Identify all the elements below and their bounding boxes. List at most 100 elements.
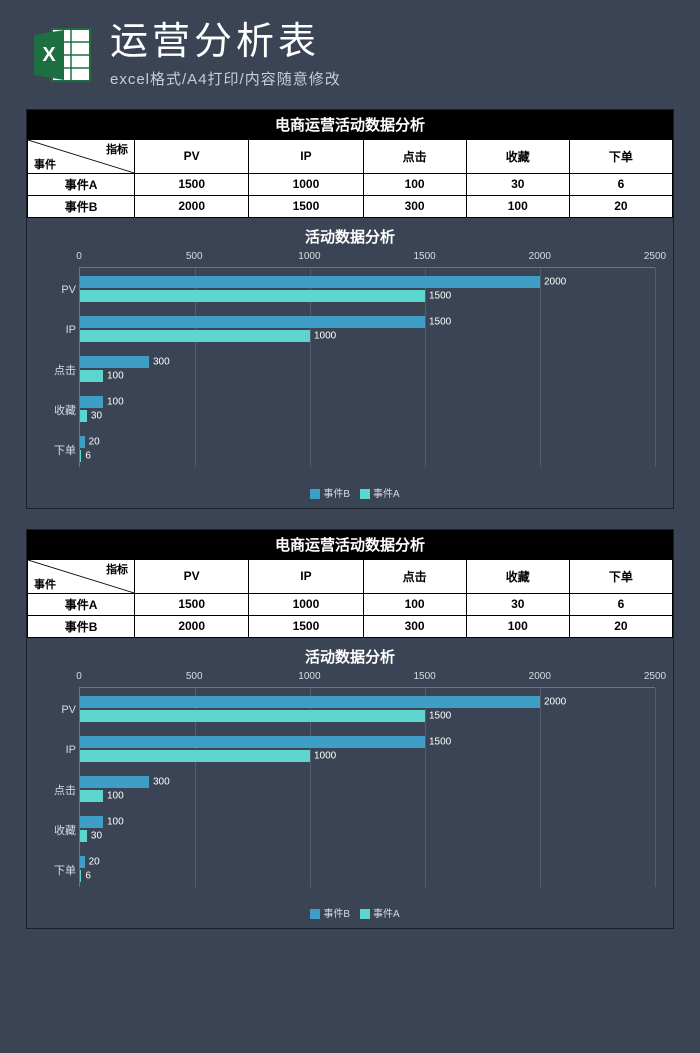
category-group: 收藏10030: [80, 392, 655, 428]
column-header: PV: [135, 559, 249, 593]
bar-value: 20: [89, 856, 100, 867]
category-label: 点击: [32, 782, 76, 798]
row-label: 事件A: [28, 173, 135, 195]
bar-value: 1000: [314, 750, 336, 761]
cell-value: 1000: [249, 593, 363, 615]
legend-label-a: 事件A: [373, 489, 400, 500]
cell-value: 300: [363, 615, 466, 637]
data-table: 指标事件PVIP点击收藏下单事件A15001000100306事件B200015…: [27, 139, 673, 218]
bar-series-b: 1500: [80, 736, 425, 748]
chart-area: 活动数据分析05001000150020002500PV20001500IP15…: [27, 218, 673, 508]
cell-value: 20: [569, 615, 672, 637]
bar-value: 20: [89, 436, 100, 447]
cell-value: 20: [569, 195, 672, 217]
column-header: 收藏: [466, 559, 569, 593]
cell-value: 30: [466, 593, 569, 615]
plot-area: PV20001500IP15001000点击300100收藏10030下单206: [79, 687, 655, 887]
x-tick: 0: [76, 251, 82, 262]
column-header: IP: [249, 559, 363, 593]
x-tick: 2000: [529, 251, 551, 262]
cell-value: 1500: [135, 173, 249, 195]
legend-label-a: 事件A: [373, 909, 400, 920]
bar-series-b: 20: [80, 856, 85, 868]
bar-value: 100: [107, 816, 124, 827]
category-label: IP: [32, 744, 76, 756]
x-tick: 500: [186, 671, 203, 682]
gridline: [655, 268, 656, 467]
cell-value: 6: [569, 173, 672, 195]
table-corner: 指标事件: [28, 559, 135, 593]
cell-value: 100: [363, 593, 466, 615]
bar-series-a: 1500: [80, 290, 425, 302]
category-group: 点击300100: [80, 772, 655, 808]
column-header: 点击: [363, 139, 466, 173]
sheet-title: 电商运营活动数据分析: [27, 110, 673, 139]
report-panel: 电商运营活动数据分析指标事件PVIP点击收藏下单事件A1500100010030…: [26, 529, 674, 929]
legend-swatch-b: [310, 489, 320, 499]
bar-series-a: 30: [80, 410, 87, 422]
bar-value: 300: [153, 356, 170, 367]
category-label: 下单: [32, 442, 76, 458]
category-group: 下单206: [80, 432, 655, 468]
bar-series-a: 1500: [80, 710, 425, 722]
cell-value: 1500: [249, 615, 363, 637]
sheet-title: 电商运营活动数据分析: [27, 530, 673, 559]
row-label: 事件A: [28, 593, 135, 615]
bar-value: 1000: [314, 330, 336, 341]
report-panel: 电商运营活动数据分析指标事件PVIP点击收藏下单事件A1500100010030…: [26, 109, 674, 509]
x-tick: 500: [186, 251, 203, 262]
category-group: PV20001500: [80, 692, 655, 728]
page-subtitle: excel格式/A4打印/内容随意修改: [110, 68, 341, 89]
page-title: 运营分析表: [110, 22, 341, 64]
bar-value: 1500: [429, 736, 451, 747]
table-row: 事件B2000150030010020: [28, 195, 673, 217]
column-header: 下单: [569, 139, 672, 173]
bar-value: 2000: [544, 696, 566, 707]
corner-left-label: 事件: [34, 576, 56, 592]
cell-value: 1000: [249, 173, 363, 195]
cell-value: 100: [466, 195, 569, 217]
cell-value: 100: [363, 173, 466, 195]
bar-value: 100: [107, 790, 124, 801]
bar-series-b: 100: [80, 396, 103, 408]
cell-value: 2000: [135, 615, 249, 637]
x-tick: 1500: [413, 251, 435, 262]
x-tick: 1500: [413, 671, 435, 682]
gridline: [655, 688, 656, 887]
column-header: 点击: [363, 559, 466, 593]
bar-value: 30: [91, 830, 102, 841]
legend-swatch-a: [360, 489, 370, 499]
bar-series-a: 6: [80, 870, 81, 882]
chart-plot: 05001000150020002500PV20001500IP15001000…: [79, 251, 655, 481]
cell-value: 300: [363, 195, 466, 217]
category-label: 点击: [32, 362, 76, 378]
bar-series-a: 100: [80, 790, 103, 802]
x-tick: 1000: [298, 671, 320, 682]
column-header: 下单: [569, 559, 672, 593]
plot-area: PV20001500IP15001000点击300100收藏10030下单206: [79, 267, 655, 467]
cell-value: 2000: [135, 195, 249, 217]
bar-series-b: 2000: [80, 276, 540, 288]
column-header: 收藏: [466, 139, 569, 173]
cell-value: 100: [466, 615, 569, 637]
category-label: 收藏: [32, 822, 76, 838]
bar-series-b: 2000: [80, 696, 540, 708]
bar-series-a: 1000: [80, 330, 310, 342]
x-axis: 05001000150020002500: [79, 671, 655, 687]
category-group: IP15001000: [80, 732, 655, 768]
category-label: IP: [32, 324, 76, 336]
corner-top-label: 指标: [106, 561, 128, 577]
cell-value: 1500: [135, 593, 249, 615]
bar-series-a: 6: [80, 450, 81, 462]
table-row: 事件A15001000100306: [28, 173, 673, 195]
table-row: 事件A15001000100306: [28, 593, 673, 615]
bar-value: 2000: [544, 276, 566, 287]
chart-title: 活动数据分析: [27, 646, 673, 667]
column-header: PV: [135, 139, 249, 173]
corner-left-label: 事件: [34, 156, 56, 172]
chart-plot: 05001000150020002500PV20001500IP15001000…: [79, 671, 655, 901]
page-header: X 运营分析表 excel格式/A4打印/内容随意修改: [0, 0, 700, 99]
bar-series-b: 20: [80, 436, 85, 448]
category-group: 下单206: [80, 852, 655, 888]
category-label: PV: [32, 284, 76, 296]
